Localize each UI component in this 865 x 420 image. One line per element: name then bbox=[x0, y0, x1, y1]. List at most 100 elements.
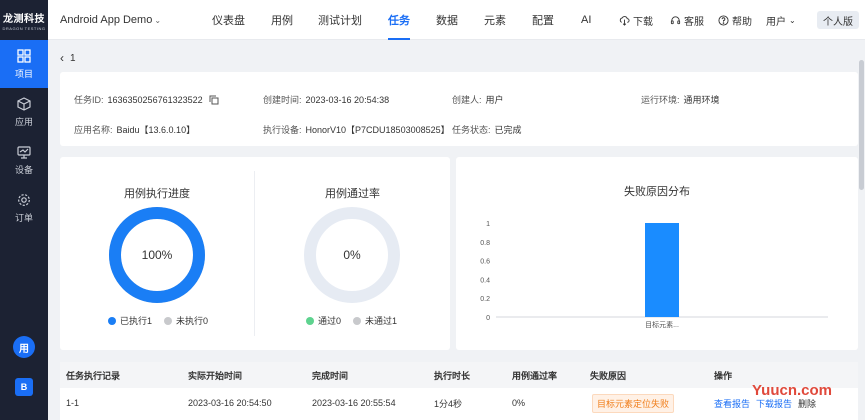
device-value: HonorV10【P7CDU18503008525】 bbox=[305, 125, 450, 135]
cell-duration: 1分4秒 bbox=[434, 398, 463, 409]
task-id-value: 1636350256761323522 bbox=[107, 94, 203, 105]
chart-bars bbox=[645, 223, 679, 317]
help-label: 帮助 bbox=[732, 16, 752, 28]
stats-card: 用例执行进度 100% 已执行1 未执行0 用例通过率 0% 通过0 未通过1 bbox=[60, 157, 450, 350]
tab-config[interactable]: 配置 bbox=[532, 0, 554, 40]
tab-data[interactable]: 数据 bbox=[436, 0, 458, 40]
sidebar-item-app[interactable]: 应用 bbox=[0, 88, 48, 136]
progress-title: 用例执行进度 bbox=[124, 188, 190, 200]
help-button[interactable]: 帮助 bbox=[718, 0, 752, 40]
device-label: 执行设备: bbox=[263, 125, 302, 135]
pass-rate-title: 用例通过率 bbox=[325, 188, 380, 200]
support-button[interactable]: 客服 bbox=[670, 0, 704, 40]
watermark: Yuucn.com bbox=[752, 382, 833, 399]
logo-subtext: DRAGON TESTING bbox=[2, 25, 46, 31]
copy-icon[interactable] bbox=[209, 95, 219, 105]
tab-tasks[interactable]: 任务 bbox=[388, 0, 410, 40]
created-time-value: 2023-03-16 20:54:38 bbox=[305, 94, 390, 105]
creator-label: 创建人: bbox=[452, 95, 482, 105]
y-tick-label: 0 bbox=[486, 315, 490, 322]
monitor-icon bbox=[17, 145, 31, 159]
device-info: 执行设备: HonorV10【P7CDU18503008525】 bbox=[263, 123, 450, 136]
fail-reason-tag: 目标元素定位失败 bbox=[592, 393, 675, 413]
th-pass-rate: 用例通过率 bbox=[512, 370, 558, 381]
logo-text: 龙测科技 bbox=[3, 13, 45, 25]
back-button[interactable]: ‹ 1 bbox=[60, 50, 76, 66]
app-info: 应用名称: Baidu【13.6.0.10】 bbox=[74, 123, 195, 136]
legend-dot-pass bbox=[306, 316, 314, 325]
task-id-label: 任务ID: bbox=[74, 95, 104, 105]
top-navigation: Android App Demo ⌄ 仪表盘 用例 测试计划 任务 数据 元素 … bbox=[48, 0, 865, 40]
th-fail-reason: 失败原因 bbox=[590, 370, 627, 381]
document-icon[interactable]: B bbox=[15, 378, 33, 396]
chevron-left-icon: ‹ bbox=[60, 51, 64, 65]
th-record: 任务执行记录 bbox=[66, 370, 121, 381]
cloud-download-icon bbox=[619, 15, 630, 26]
user-menu[interactable]: 用户 ⌄ bbox=[766, 0, 796, 40]
task-status: 任务状态: 已完成 bbox=[452, 123, 522, 136]
legend-todo: 未执行0 bbox=[176, 316, 209, 326]
th-duration: 执行时长 bbox=[434, 370, 471, 381]
tab-elements[interactable]: 元素 bbox=[484, 0, 506, 40]
sidebar-item-label: 订单 bbox=[14, 212, 33, 223]
sidebar-item-device[interactable]: 设备 bbox=[0, 136, 48, 184]
cell-end: 2023-03-16 20:55:54 bbox=[312, 398, 396, 408]
tab-cases[interactable]: 用例 bbox=[271, 0, 293, 40]
download-button[interactable]: 下载 bbox=[619, 0, 653, 40]
legend-fail: 未通过1 bbox=[365, 316, 398, 326]
help-icon bbox=[718, 14, 729, 26]
progress-legend: 已执行1 未执行0 bbox=[108, 314, 208, 327]
y-tick-label: 1 bbox=[486, 221, 490, 228]
cell-fail-reason: 目标元素定位失败 bbox=[592, 388, 675, 418]
env-label: 运行环境: bbox=[641, 95, 680, 105]
th-actions: 操作 bbox=[714, 370, 733, 381]
progress-percent: 100% bbox=[142, 248, 173, 262]
app-value: Baidu【13.6.0.10】 bbox=[116, 125, 196, 135]
chart-title: 失败原因分布 bbox=[624, 184, 690, 198]
sidebar-item-order[interactable]: 订单 bbox=[0, 184, 48, 232]
legend-dot-done bbox=[108, 316, 116, 325]
legend-dot-todo bbox=[164, 316, 173, 325]
cube-icon bbox=[17, 96, 31, 111]
tab-ai[interactable]: AI bbox=[581, 0, 591, 40]
env-value: 通用环境 bbox=[683, 95, 720, 105]
view-report-link[interactable]: 查看报告 bbox=[714, 397, 750, 410]
tab-dashboard[interactable]: 仪表盘 bbox=[212, 0, 245, 40]
download-label: 下载 bbox=[633, 16, 653, 28]
user-bubble[interactable]: 用 bbox=[13, 336, 35, 358]
x-tick-label: 目标元素... bbox=[645, 320, 679, 329]
sidebar-bottom-user[interactable]: 用 bbox=[0, 334, 48, 360]
legend-pass: 通过0 bbox=[318, 316, 342, 326]
y-tick-label: 0.6 bbox=[480, 259, 490, 266]
sidebar-item-label: 应用 bbox=[14, 116, 33, 127]
failure-reason-card: 失败原因分布 0 0.2 0.4 0.6 0.8 1 目标元素... bbox=[456, 157, 858, 350]
pass-rate-donut: 0% bbox=[304, 207, 400, 303]
app-selector[interactable]: Android App Demo ⌄ bbox=[60, 0, 161, 40]
cell-start: 2023-03-16 20:54:50 bbox=[188, 398, 272, 408]
y-tick-label: 0.8 bbox=[480, 240, 490, 247]
created-time: 创建时间: 2023-03-16 20:54:38 bbox=[263, 93, 389, 106]
y-tick-label: 0.2 bbox=[480, 296, 490, 303]
legend-dot-fail bbox=[353, 316, 362, 325]
cell-pass-rate: 0% bbox=[512, 398, 526, 408]
bar bbox=[645, 223, 679, 317]
pass-rate-percent: 0% bbox=[343, 248, 361, 262]
grid-icon bbox=[17, 48, 31, 63]
edition-badge[interactable]: 个人版 bbox=[817, 11, 859, 29]
breadcrumb-task: 1 bbox=[70, 52, 76, 64]
headset-icon bbox=[670, 15, 681, 24]
chevron-down-icon: ⌄ bbox=[154, 15, 162, 25]
sidebar-item-project[interactable]: 项目 bbox=[0, 40, 48, 88]
sidebar-item-label: 设备 bbox=[14, 164, 33, 175]
execution-records-table: 任务执行记录 实际开始时间 完成时间 执行时长 用例通过率 失败原因 操作 1-… bbox=[60, 362, 858, 420]
scrollbar-thumb[interactable] bbox=[859, 60, 864, 190]
task-id: 任务ID: 1636350256761323522 bbox=[74, 93, 219, 106]
cell-record: 1-1 bbox=[66, 398, 80, 408]
creator-value: 用户 bbox=[485, 95, 504, 105]
task-info-card: 任务ID: 1636350256761323522 创建时间: 2023-03-… bbox=[60, 72, 858, 146]
sidebar-bottom-doc[interactable]: B bbox=[0, 374, 48, 400]
tab-test-plan[interactable]: 测试计划 bbox=[318, 0, 362, 40]
status-value: 已完成 bbox=[494, 125, 522, 135]
logo: 龙测科技 DRAGON TESTING bbox=[0, 0, 48, 40]
status-label: 任务状态: bbox=[452, 125, 491, 135]
